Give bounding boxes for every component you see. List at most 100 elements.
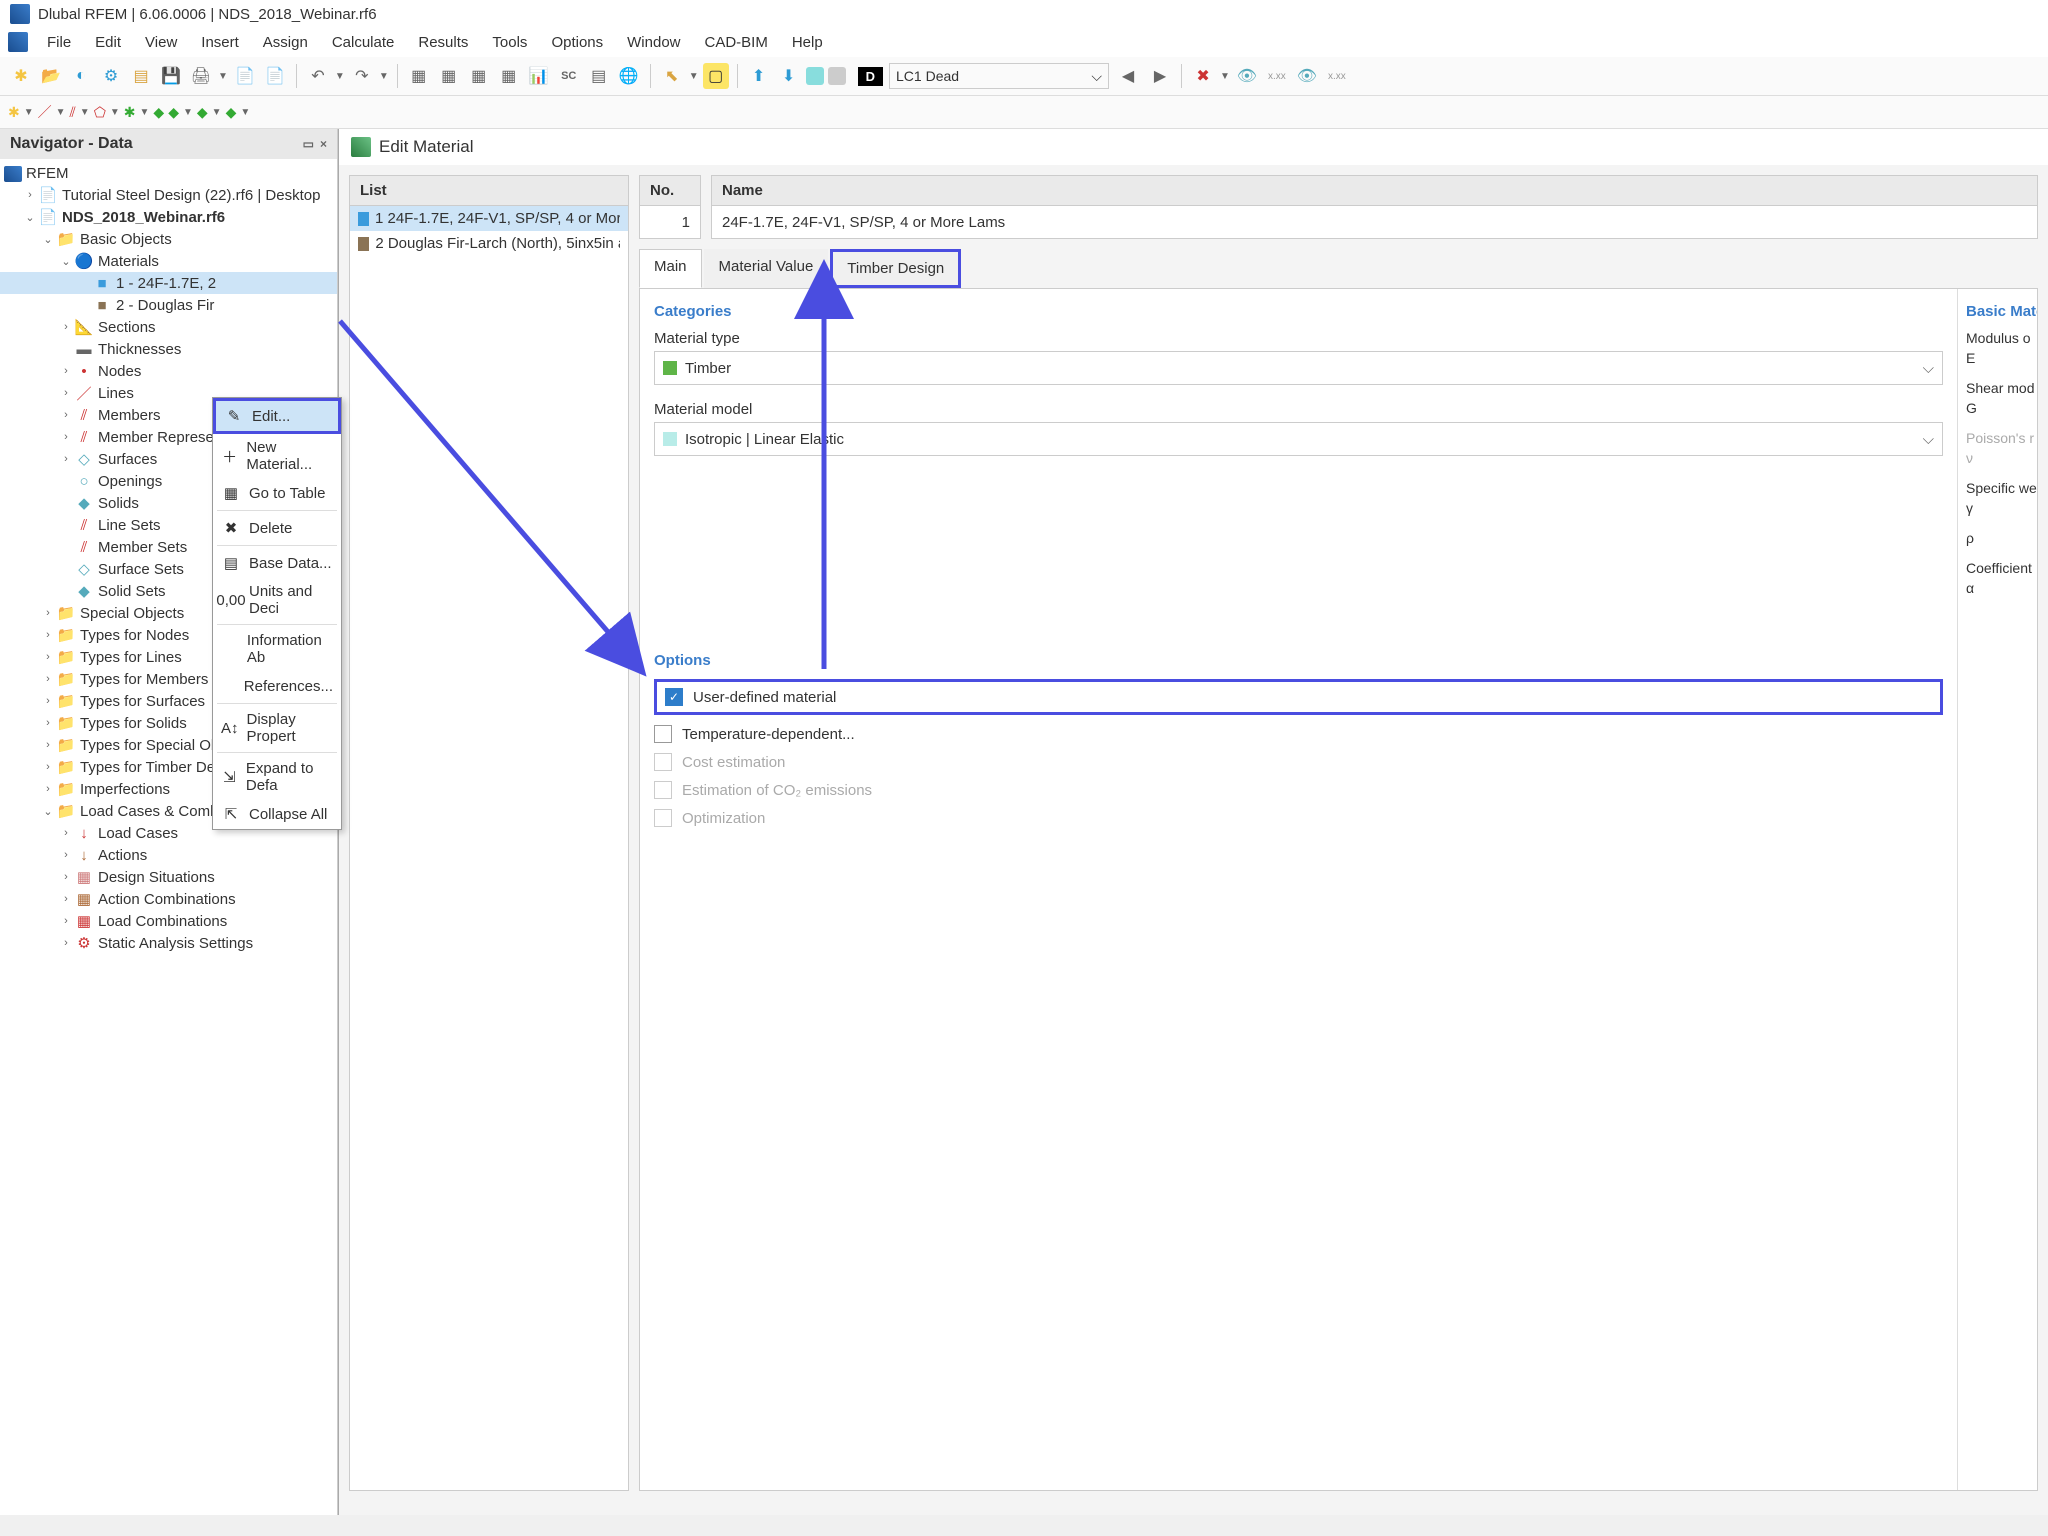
tool-surf2-icon[interactable]: ◆ — [168, 104, 179, 121]
menu-cadbim[interactable]: CAD-BIM — [700, 32, 773, 53]
expand-icon[interactable]: › — [58, 871, 74, 883]
tree-item[interactable]: ›📐Sections — [0, 316, 337, 338]
color2-icon[interactable] — [828, 67, 846, 85]
print-icon[interactable]: 🖨 — [188, 63, 214, 89]
expand-icon[interactable]: › — [58, 827, 74, 839]
context-menu-item[interactable]: ▦Go to Table — [213, 478, 341, 508]
expand-icon[interactable]: › — [40, 629, 56, 641]
doc2-icon[interactable]: 📄 — [262, 63, 288, 89]
globe-icon[interactable]: 🌐 — [616, 63, 642, 89]
menu-options[interactable]: Options — [546, 32, 608, 53]
undo-icon[interactable]: ↶ — [305, 63, 331, 89]
tree-item[interactable]: ›▦Load Combinations — [0, 910, 337, 932]
context-menu-item[interactable]: Information Ab — [213, 627, 341, 671]
new-file-icon[interactable]: ✱ — [8, 63, 34, 89]
context-menu-item[interactable]: ▤Base Data... — [213, 548, 341, 578]
checkbox-icon[interactable]: ✓ — [665, 688, 683, 706]
navigator-tree[interactable]: RFEM ›📄Tutorial Steel Design (22).rf6 | … — [0, 159, 337, 1509]
context-menu-item[interactable]: A↕Display Propert — [213, 706, 341, 750]
context-menu-item[interactable]: ＋New Material... — [213, 434, 341, 478]
tab-main[interactable]: Main — [639, 249, 702, 288]
expand-icon[interactable]: › — [58, 321, 74, 333]
open-file-icon[interactable]: 📂 — [38, 63, 64, 89]
tree-item[interactable]: ›📄Tutorial Steel Design (22).rf6 | Deskt… — [0, 184, 337, 206]
expand-icon[interactable]: › — [58, 431, 74, 443]
tool-surf4-icon[interactable]: ◆ — [226, 104, 237, 121]
redo-icon[interactable]: ↷ — [349, 63, 375, 89]
menu-window[interactable]: Window — [622, 32, 685, 53]
expand-icon[interactable]: ⌄ — [40, 805, 56, 818]
tool-surf3-icon[interactable]: ◆ — [197, 104, 208, 121]
expand-icon[interactable]: › — [58, 387, 74, 399]
app-menu-icon[interactable] — [8, 32, 28, 52]
tree-root[interactable]: RFEM — [0, 163, 337, 184]
expand-icon[interactable]: › — [40, 673, 56, 685]
grid2-icon[interactable]: ▦ — [436, 63, 462, 89]
tree-item[interactable]: ›•Nodes — [0, 360, 337, 382]
snap1-icon[interactable]: ⬆ — [746, 63, 772, 89]
filter-icon[interactable]: ✖ — [1190, 63, 1216, 89]
tree-item[interactable]: ■2 - Douglas Fir — [0, 294, 337, 316]
tool-line2-icon[interactable]: ⫽ — [70, 104, 76, 121]
tree-item[interactable]: ■1 - 24F-1.7E, 2 — [0, 272, 337, 294]
menu-results[interactable]: Results — [413, 32, 473, 53]
expand-icon[interactable]: ⌄ — [22, 211, 38, 224]
menu-help[interactable]: Help — [787, 32, 828, 53]
tree-item[interactable]: ⌄📄NDS_2018_Webinar.rf6 — [0, 206, 337, 228]
expand-icon[interactable]: › — [40, 717, 56, 729]
view1-icon[interactable]: 👁 — [1234, 63, 1260, 89]
material-list-row[interactable]: 1 24F-1.7E, 24F-V1, SP/SP, 4 or More Lam… — [350, 206, 628, 231]
menu-assign[interactable]: Assign — [258, 32, 313, 53]
chart-icon[interactable]: 📊 — [526, 63, 552, 89]
tree-item[interactable]: ›↓Actions — [0, 844, 337, 866]
checkbox-icon[interactable] — [654, 725, 672, 743]
expand-icon[interactable]: › — [58, 365, 74, 377]
menu-view[interactable]: View — [140, 32, 182, 53]
expand-icon[interactable]: › — [40, 651, 56, 663]
tab-material-values[interactable]: Material Value — [704, 249, 829, 288]
tool-line1-icon[interactable]: ／ — [38, 102, 52, 122]
context-menu-item[interactable]: ⇱Collapse All — [213, 799, 341, 829]
tab-timber-design[interactable]: Timber Design — [830, 249, 961, 288]
expand-icon[interactable]: › — [58, 937, 74, 949]
tool-star-icon[interactable]: ✱ — [8, 104, 20, 121]
table-icon[interactable]: ▤ — [586, 63, 612, 89]
option-checkbox-row[interactable]: Temperature-dependent... — [654, 725, 1943, 743]
loadcase-select[interactable]: LC1 Dead ⌵ — [889, 63, 1109, 89]
xxx2-icon[interactable]: x.xx — [1324, 63, 1350, 89]
expand-icon[interactable]: › — [58, 893, 74, 905]
tree-item[interactable]: ›⚙Static Analysis Settings — [0, 932, 337, 954]
tool-surf1-icon[interactable]: ◆ — [153, 104, 164, 121]
cloud-icon[interactable]: ◐ — [68, 63, 94, 89]
expand-icon[interactable]: › — [40, 607, 56, 619]
save-icon[interactable]: 💾 — [158, 63, 184, 89]
material-model-dropdown[interactable]: Isotropic | Linear Elastic ⌵ — [654, 422, 1943, 456]
view2-icon[interactable]: 👁 — [1294, 63, 1320, 89]
tree-item[interactable]: ⌄🔵Materials — [0, 250, 337, 272]
xxx1-icon[interactable]: x.xx — [1264, 63, 1290, 89]
cursor-icon[interactable]: ⬉ — [659, 63, 685, 89]
menu-calculate[interactable]: Calculate — [327, 32, 400, 53]
tree-item[interactable]: ›▦Design Situations — [0, 866, 337, 888]
context-menu-item[interactable]: ⇲Expand to Defa — [213, 755, 341, 799]
context-menu-item[interactable]: References... — [213, 671, 341, 701]
expand-icon[interactable]: › — [40, 761, 56, 773]
snap2-icon[interactable]: ⬇ — [776, 63, 802, 89]
expand-icon[interactable]: › — [58, 915, 74, 927]
context-menu-item[interactable]: ✎Edit... — [213, 398, 341, 434]
gear-icon[interactable]: ⚙ — [98, 63, 124, 89]
expand-icon[interactable]: › — [40, 695, 56, 707]
menu-tools[interactable]: Tools — [487, 32, 532, 53]
tree-item[interactable]: ▬Thicknesses — [0, 338, 337, 360]
copy-icon[interactable]: ▤ — [128, 63, 154, 89]
tool-poly-icon[interactable]: ⬠ — [94, 104, 106, 121]
nav-pin-icon[interactable]: ▭ — [303, 137, 314, 151]
next-lc-icon[interactable]: ▶ — [1147, 63, 1173, 89]
tool-node-icon[interactable]: ✱ — [124, 104, 136, 121]
tree-item[interactable]: ⌄📁Basic Objects — [0, 228, 337, 250]
sc-icon[interactable]: SC — [556, 63, 582, 89]
menu-edit[interactable]: Edit — [90, 32, 126, 53]
menu-file[interactable]: File — [42, 32, 76, 53]
material-list-row[interactable]: 2 Douglas Fir-Larch (North), 5inx5in and… — [350, 231, 628, 256]
expand-icon[interactable]: › — [58, 453, 74, 465]
